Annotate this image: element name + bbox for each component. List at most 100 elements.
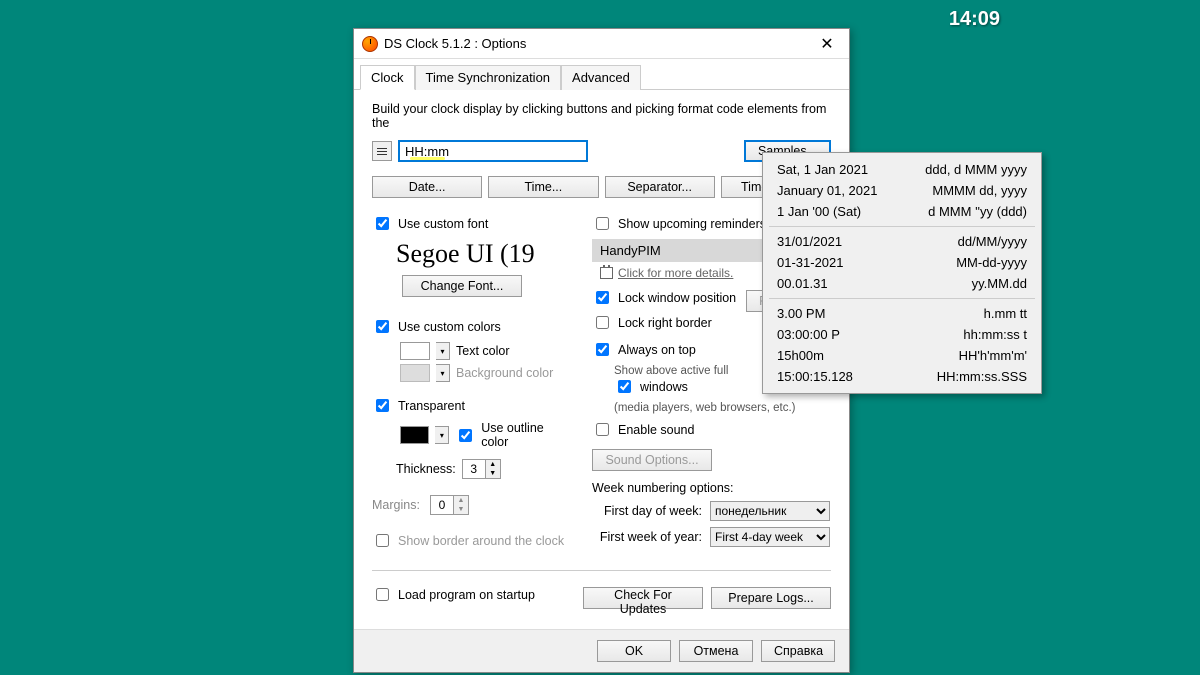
change-font-button[interactable]: Change Font... xyxy=(402,275,522,297)
samples-menu-item[interactable]: 01-31-2021 MM-dd-yyyy xyxy=(763,252,1041,273)
bg-color-dropdown: ▾ xyxy=(436,364,450,382)
text-color-label: Text color xyxy=(456,344,510,358)
samples-menu-item[interactable]: 3.00 PMh.mm tt xyxy=(763,303,1041,324)
font-preview: Segoe UI (19 xyxy=(396,239,572,269)
sample-format: HH'h'mm'm' xyxy=(959,348,1027,363)
menu-separator xyxy=(769,226,1035,227)
sample-format: d MMM ''yy (ddd) xyxy=(928,204,1027,219)
alignment-button[interactable] xyxy=(372,141,392,161)
sample-format: ddd, d MMM yyyy xyxy=(925,162,1027,177)
thickness-label: Thickness: xyxy=(396,462,456,476)
time-button[interactable]: Time... xyxy=(488,176,598,198)
first-day-select[interactable]: понедельник xyxy=(710,501,830,521)
close-button[interactable]: ✕ xyxy=(813,33,841,55)
transparent-checkbox[interactable]: Transparent xyxy=(372,396,572,415)
always-on-top-label: Always on top xyxy=(618,343,696,357)
format-string-input[interactable] xyxy=(398,140,588,162)
use-custom-colors-checkbox[interactable]: Use custom colors xyxy=(372,317,572,336)
use-outline-checkbox[interactable]: Use outline color xyxy=(455,421,572,449)
show-above-label: windows xyxy=(640,380,688,394)
thickness-down[interactable]: ▼ xyxy=(486,469,500,478)
ok-button[interactable]: OK xyxy=(597,640,671,662)
thickness-input[interactable] xyxy=(462,459,486,479)
sample-format: hh:mm:ss t xyxy=(963,327,1027,342)
sample-preview: 15h00m xyxy=(777,348,824,363)
sample-preview: Sat, 1 Jan 2021 xyxy=(777,162,868,177)
sample-preview: 31/01/2021 xyxy=(777,234,842,249)
lock-right-label: Lock right border xyxy=(618,316,712,330)
samples-menu-item[interactable]: 15:00:15.128 HH:mm:ss.SSS xyxy=(763,366,1041,387)
sample-format: yy.MM.dd xyxy=(972,276,1027,291)
cancel-button[interactable]: Отмена xyxy=(679,640,753,662)
samples-menu-item[interactable]: 31/01/2021 dd/MM/yyyy xyxy=(763,231,1041,252)
sample-preview: 03:00:00 P xyxy=(777,327,840,342)
dialog-button-bar: OK Отмена Справка xyxy=(354,629,849,672)
samples-menu-item[interactable]: 15h00m HH'h'mm'm' xyxy=(763,345,1041,366)
margins-up[interactable]: ▲ xyxy=(454,496,468,505)
margins-input[interactable] xyxy=(430,495,454,515)
lock-window-label: Lock window position xyxy=(618,291,736,305)
show-border-label: Show border around the clock xyxy=(398,534,564,548)
margins-down[interactable]: ▼ xyxy=(454,505,468,514)
load-startup-checkbox[interactable]: Load program on startup xyxy=(372,585,575,604)
first-day-label: First day of week: xyxy=(592,504,702,518)
sound-options-button[interactable]: Sound Options... xyxy=(592,449,712,471)
lock-window-checkbox[interactable]: Lock window position xyxy=(592,288,736,307)
date-button[interactable]: Date... xyxy=(372,176,482,198)
samples-dropdown-menu: Sat, 1 Jan 2021 ddd, d MMM yyyy January 01… xyxy=(762,152,1042,394)
enable-sound-checkbox[interactable]: Enable sound xyxy=(592,420,831,439)
format-input-wrap xyxy=(398,140,738,162)
calendar-icon xyxy=(600,267,613,279)
transparent-label: Transparent xyxy=(398,399,465,413)
thickness-up[interactable]: ▲ xyxy=(486,460,500,469)
samples-menu-item[interactable]: 1 Jan '00 (Sat) d MMM ''yy (ddd) xyxy=(763,201,1041,222)
tab-advanced[interactable]: Advanced xyxy=(561,65,641,90)
sample-format: MMMM dd, yyyy xyxy=(932,183,1027,198)
enable-sound-label: Enable sound xyxy=(618,423,694,437)
outline-color-dropdown[interactable]: ▾ xyxy=(435,426,449,444)
use-outline-label: Use outline color xyxy=(481,421,572,449)
first-week-select[interactable]: First 4-day week xyxy=(710,527,830,547)
sample-preview: 1 Jan '00 (Sat) xyxy=(777,204,861,219)
sample-preview: 15:00:15.128 xyxy=(777,369,853,384)
samples-menu-item[interactable]: 00.01.31 yy.MM.dd xyxy=(763,273,1041,294)
tab-strip: Clock Time Synchronization Advanced xyxy=(354,59,849,90)
window-title: DS Clock 5.1.2 : Options xyxy=(384,36,813,51)
tab-clock[interactable]: Clock xyxy=(360,65,415,90)
instruction-text: Build your clock display by clicking but… xyxy=(372,102,831,130)
sample-format: dd/MM/yyyy xyxy=(958,234,1027,249)
use-custom-colors-label: Use custom colors xyxy=(398,320,501,334)
bg-color-label: Background color xyxy=(456,366,553,380)
help-button[interactable]: Справка xyxy=(761,640,835,662)
sample-preview: January 01, 2021 xyxy=(777,183,877,198)
samples-menu-item[interactable]: January 01, 2021 MMMM dd, yyyy xyxy=(763,180,1041,201)
separator xyxy=(372,570,831,571)
bg-color-swatch xyxy=(400,364,430,382)
sample-format: MM-dd-yyyy xyxy=(956,255,1027,270)
sample-preview: 00.01.31 xyxy=(777,276,828,291)
use-custom-font-checkbox[interactable]: Use custom font xyxy=(372,214,572,233)
margins-label: Margins: xyxy=(372,498,420,512)
show-above-note: (media players, web browsers, etc.) xyxy=(614,402,831,414)
show-border-checkbox[interactable]: Show border around the clock xyxy=(372,531,572,550)
text-color-swatch[interactable] xyxy=(400,342,430,360)
prepare-logs-button[interactable]: Prepare Logs... xyxy=(711,587,831,609)
use-custom-font-label: Use custom font xyxy=(398,217,488,231)
samples-menu-item[interactable]: Sat, 1 Jan 2021 ddd, d MMM yyyy xyxy=(763,159,1041,180)
show-reminders-label: Show upcoming reminders f xyxy=(618,217,773,231)
outline-color-swatch[interactable] xyxy=(400,426,429,444)
titlebar: DS Clock 5.1.2 : Options ✕ xyxy=(354,29,849,59)
separator-button[interactable]: Separator... xyxy=(605,176,715,198)
sample-preview: 3.00 PM xyxy=(777,306,825,321)
sample-preview: 01-31-2021 xyxy=(777,255,844,270)
sample-format: HH:mm:ss.SSS xyxy=(937,369,1027,384)
first-week-label: First week of year: xyxy=(592,530,702,544)
check-updates-button[interactable]: Check For Updates xyxy=(583,587,703,609)
text-color-dropdown[interactable]: ▾ xyxy=(436,342,450,360)
tab-time-sync[interactable]: Time Synchronization xyxy=(415,65,562,90)
week-numbering-label: Week numbering options: xyxy=(592,481,831,495)
samples-menu-item[interactable]: 03:00:00 P hh:mm:ss t xyxy=(763,324,1041,345)
desktop-clock-display: 14:09 xyxy=(949,8,1000,31)
app-icon xyxy=(362,36,378,52)
handypim-link-text: Click for more details. xyxy=(618,266,733,280)
